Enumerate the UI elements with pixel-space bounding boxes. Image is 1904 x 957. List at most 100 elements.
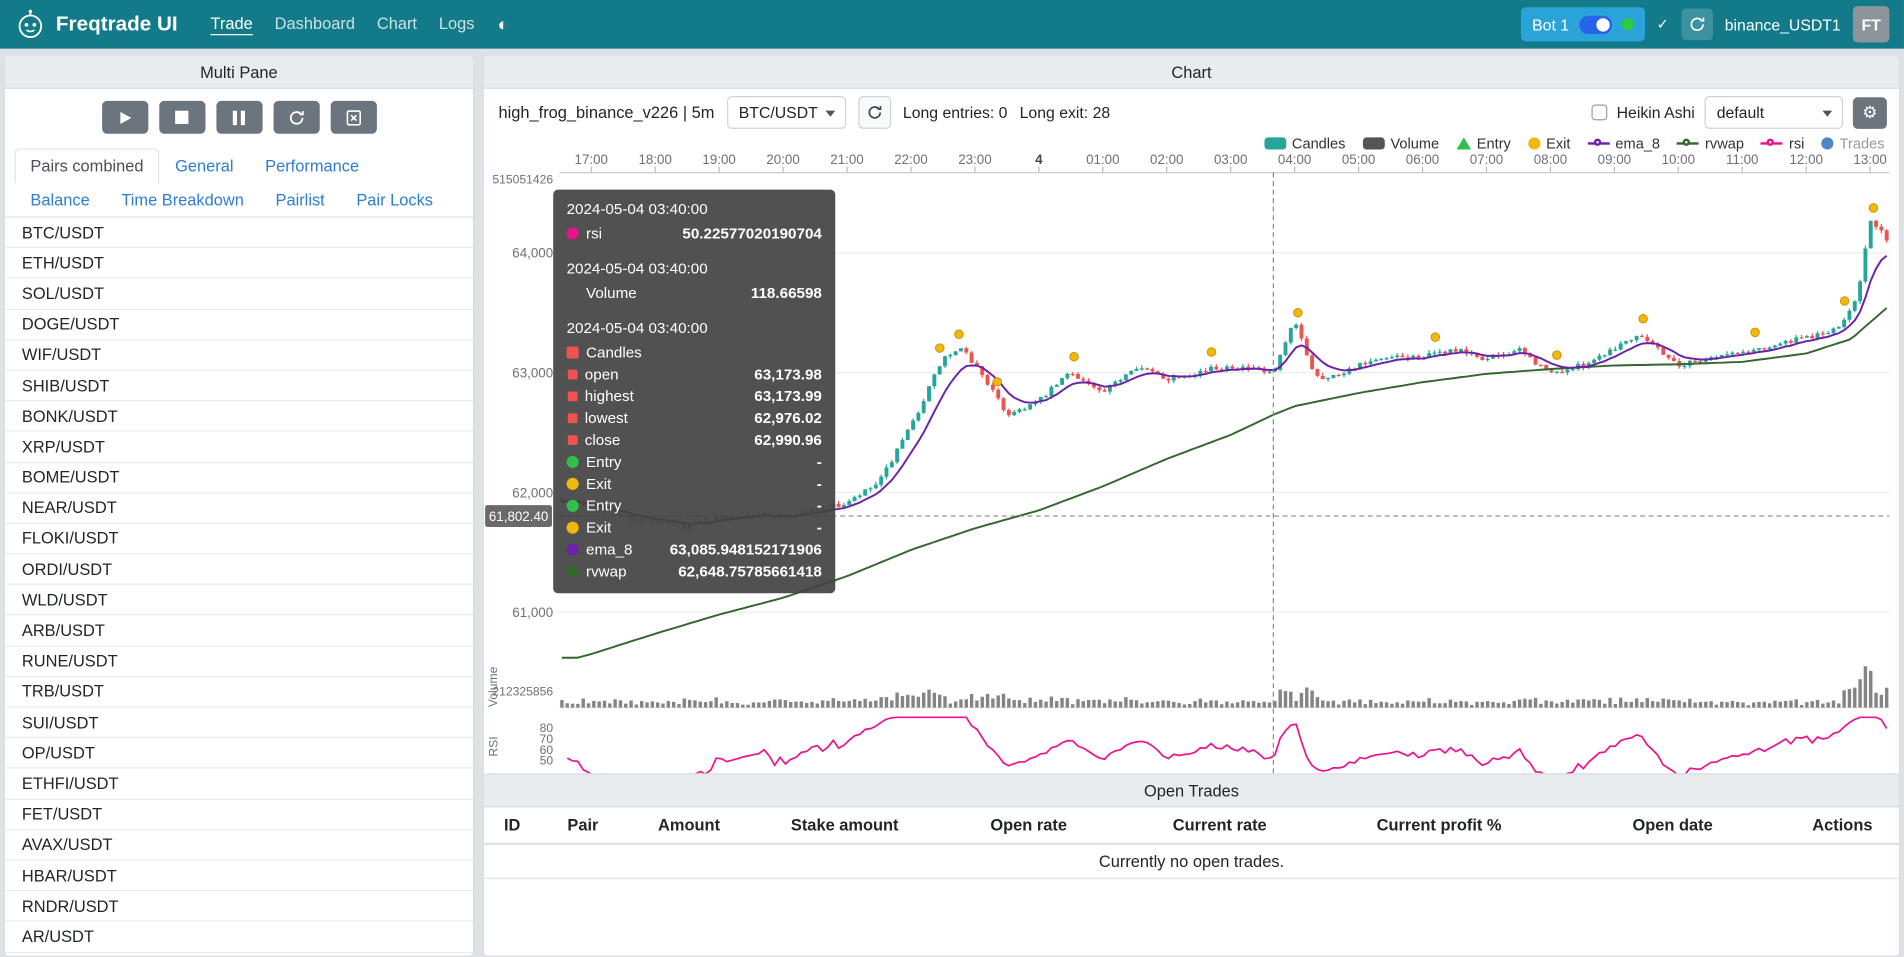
column-header-amount[interactable]: Amount (625, 807, 752, 842)
bot-controls (5, 89, 473, 144)
column-header-current-profit-[interactable]: Current profit % (1319, 807, 1560, 842)
pair-item-ethfi-usdt[interactable]: ETHFI/USDT (5, 769, 473, 800)
pair-item-avax-usdt[interactable]: AVAX/USDT (5, 830, 473, 861)
bot-toggle[interactable] (1579, 15, 1612, 33)
tooltip-marker (567, 522, 579, 534)
pair-item-wld-usdt[interactable]: WLD/USDT (5, 585, 473, 616)
pair-item-floki-usdt[interactable]: FLOKI/USDT (5, 524, 473, 555)
pair-item-bonk-usdt[interactable]: BONK/USDT (5, 401, 473, 432)
tab-balance[interactable]: Balance (15, 182, 106, 217)
pair-item-sol-usdt[interactable]: SOL/USDT (5, 279, 473, 310)
global-reload-button[interactable] (1681, 9, 1713, 41)
column-header-current-rate[interactable]: Current rate (1121, 807, 1319, 842)
pair-item-ordi-usdt[interactable]: ORDI/USDT (5, 554, 473, 585)
tab-performance[interactable]: Performance (249, 148, 375, 183)
pair-item-bome-usdt[interactable]: BOME/USDT (5, 463, 473, 494)
svg-text:05:00: 05:00 (1342, 152, 1375, 167)
pair-select[interactable]: BTC/USDT (727, 96, 846, 129)
column-header-stake-amount[interactable]: Stake amount (753, 807, 937, 842)
pair-item-arb-usdt[interactable]: ARB/USDT (5, 616, 473, 647)
svg-text:03:00: 03:00 (1214, 152, 1247, 167)
tooltip-row-entry: Entry- (567, 451, 822, 473)
legend-label: rsi (1789, 134, 1804, 151)
svg-text:07:00: 07:00 (1470, 152, 1503, 167)
pair-item-op-usdt[interactable]: OP/USDT (5, 738, 473, 769)
tooltip-row-rvwap: rvwap 62,648.75785661418 (567, 560, 822, 582)
tab-time-breakdown[interactable]: Time Breakdown (106, 182, 260, 217)
pair-item-sui-usdt[interactable]: SUI/USDT (5, 708, 473, 739)
pair-item-doge-usdt[interactable]: DOGE/USDT (5, 309, 473, 340)
column-header-actions[interactable]: Actions (1786, 807, 1899, 842)
legend-trades[interactable]: Trades (1821, 134, 1884, 152)
tooltip-label: Entry (586, 495, 621, 517)
pair-item-xrp-usdt[interactable]: XRP/USDT (5, 432, 473, 463)
tooltip-row-highest: highest63,173.99 (567, 385, 822, 407)
tooltip-timestamp: 2024-05-04 03:40:00 (567, 201, 822, 218)
stop-button[interactable] (159, 101, 205, 134)
pair-item-wif-usdt[interactable]: WIF/USDT (5, 340, 473, 371)
tooltip-label: Candles (586, 342, 642, 364)
legend-candles[interactable]: Candles (1264, 134, 1345, 152)
bot-selector[interactable]: Bot 1 (1521, 7, 1644, 41)
tab-general[interactable]: General (159, 148, 249, 183)
freqtrade-app: Freqtrade UI Trade Dashboard Chart Logs ◐ B… (0, 0, 1904, 957)
pairs-tabs: Pairs combinedGeneralPerformance BalanceT… (5, 143, 473, 217)
plot-config-select[interactable]: default (1705, 96, 1844, 129)
legend-rsi[interactable]: rsi (1761, 134, 1804, 152)
column-header-open-date[interactable]: Open date (1559, 807, 1785, 842)
legend-entry[interactable]: Entry (1456, 134, 1511, 152)
pair-item-fet-usdt[interactable]: FET/USDT (5, 799, 473, 830)
pair-item-rune-usdt[interactable]: RUNE/USDT (5, 646, 473, 677)
tooltip-value: 118.66598 (751, 282, 822, 304)
brand[interactable]: Freqtrade UI (15, 9, 178, 41)
nav-item-chart[interactable]: Chart (377, 15, 417, 33)
main-nav: Trade Dashboard Chart Logs (200, 13, 486, 35)
pair-item-ar-usdt[interactable]: AR/USDT (5, 922, 473, 953)
pair-item-eth-usdt[interactable]: ETH/USDT (5, 248, 473, 279)
pause-button[interactable] (216, 101, 262, 134)
legend-ema_8[interactable]: ema_8 (1587, 134, 1660, 152)
tooltip-label: Volume (586, 282, 637, 304)
svg-text:RSI: RSI (486, 736, 500, 756)
tab-pairlist[interactable]: Pairlist (260, 182, 341, 217)
tooltip-value: - (817, 473, 822, 495)
play-button[interactable] (102, 101, 148, 134)
svg-text:21:00: 21:00 (830, 152, 863, 167)
tab-pairs-combined[interactable]: Pairs combined (15, 148, 160, 183)
nav-item-trade[interactable]: Trade (211, 15, 253, 33)
legend-rvwap[interactable]: rvwap (1677, 134, 1744, 152)
pair-item-hbar-usdt[interactable]: HBAR/USDT (5, 861, 473, 892)
pair-item-btc-usdt[interactable]: BTC/USDT (5, 218, 473, 249)
legend-volume[interactable]: Volume (1362, 134, 1439, 152)
tooltip-label: rvwap (586, 560, 627, 582)
user-avatar[interactable]: FT (1853, 6, 1889, 42)
chart-refresh-button[interactable] (858, 96, 891, 129)
pair-item-near-usdt[interactable]: NEAR/USDT (5, 493, 473, 524)
svg-text:212325856: 212325856 (492, 684, 553, 698)
reload-icon (288, 109, 305, 126)
pair-item-trb-usdt[interactable]: TRB/USDT (5, 677, 473, 708)
clear-log-button[interactable] (330, 101, 376, 134)
tab-pair-locks[interactable]: Pair Locks (341, 182, 449, 217)
svg-text:50: 50 (540, 754, 554, 768)
pair-item-rndr-usdt[interactable]: RNDR/USDT (5, 891, 473, 922)
gear-icon: ⚙ (1862, 102, 1877, 123)
column-header-pair[interactable]: Pair (540, 807, 625, 842)
theme-toggle-icon[interactable]: ◐ (498, 14, 509, 35)
svg-text:17:00: 17:00 (575, 152, 608, 167)
nav-item-logs[interactable]: Logs (439, 15, 475, 33)
svg-text:08:00: 08:00 (1534, 152, 1567, 167)
pair-item-shib-usdt[interactable]: SHIB/USDT (5, 371, 473, 402)
reload-config-button[interactable] (273, 101, 319, 134)
nav-item-dashboard[interactable]: Dashboard (275, 15, 355, 33)
heikin-ashi-checkbox[interactable] (1591, 105, 1607, 121)
tooltip-value: 62,648.75785661418 (678, 560, 822, 582)
tooltip-timestamp: 2024-05-04 03:40:00 (567, 260, 822, 277)
column-header-open-rate[interactable]: Open rate (937, 807, 1121, 842)
plot-settings-button[interactable]: ⚙ (1853, 97, 1887, 129)
column-header-id[interactable]: ID (484, 807, 541, 842)
tooltip-marker (567, 347, 579, 359)
legend-exit[interactable]: Exit (1528, 134, 1571, 152)
svg-text:61,000: 61,000 (512, 605, 553, 620)
svg-text:64,000: 64,000 (512, 246, 553, 261)
